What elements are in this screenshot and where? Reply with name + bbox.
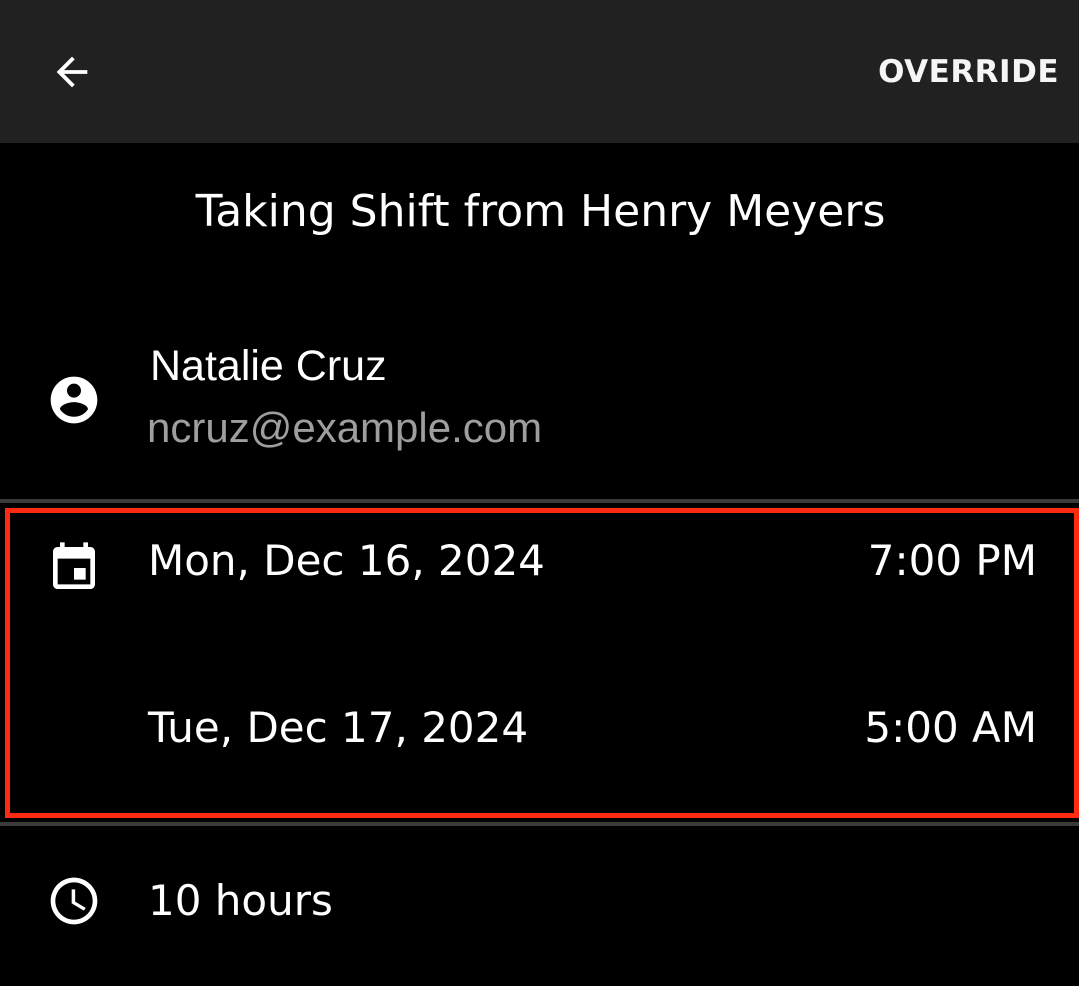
shift-duration: 10 hours: [148, 876, 333, 925]
back-button[interactable]: [30, 30, 114, 114]
shift-start-time[interactable]: 7:00 PM: [868, 536, 1037, 585]
app-bar: OVERRIDE: [0, 0, 1079, 143]
arrow-back-icon: [56, 56, 88, 88]
user-email: ncruz@example.com: [147, 404, 543, 451]
divider: [0, 499, 1079, 503]
page-title: Taking Shift from Henry Meyers: [195, 186, 886, 237]
user-name: Natalie Cruz: [150, 342, 387, 390]
shift-end-time[interactable]: 5:00 AM: [864, 703, 1037, 752]
account-circle-icon: [50, 376, 98, 424]
divider: [0, 822, 1079, 826]
shift-start-date[interactable]: Mon, Dec 16, 2024: [148, 536, 545, 585]
shift-end-date[interactable]: Tue, Dec 17, 2024: [148, 703, 528, 752]
override-button[interactable]: OVERRIDE: [878, 44, 1059, 100]
calendar-icon: [53, 542, 95, 589]
clock-icon: [50, 877, 98, 925]
